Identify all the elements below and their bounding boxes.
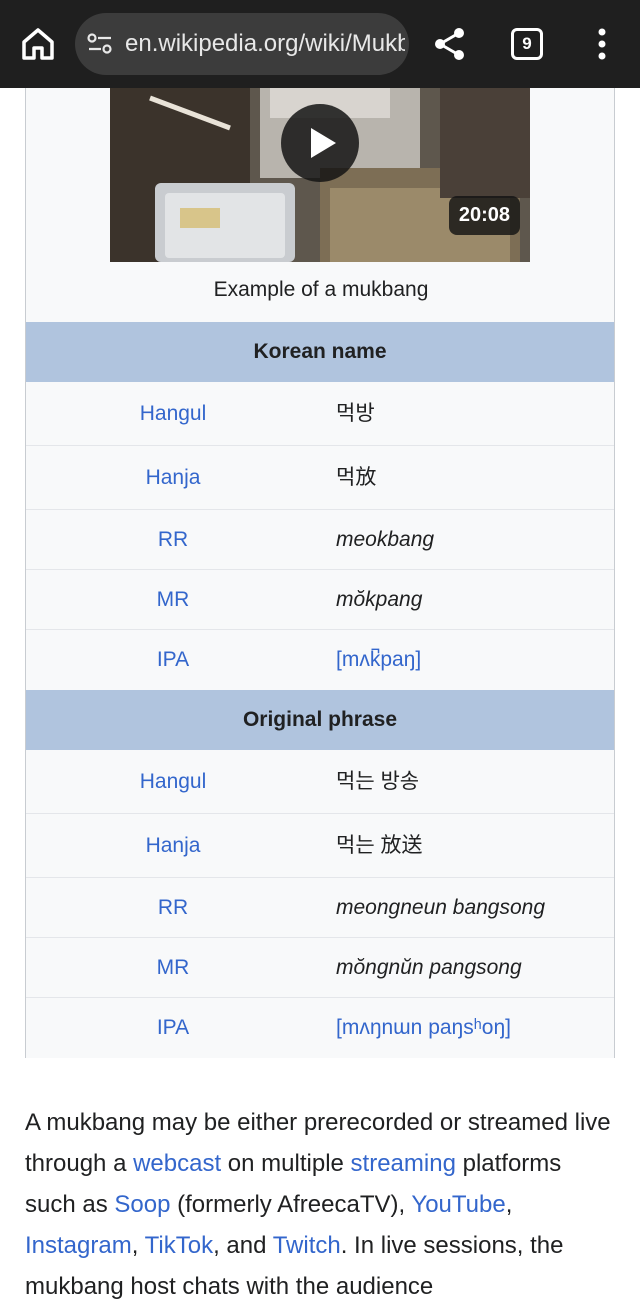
link-streaming[interactable]: streaming [351,1150,456,1177]
infobox-row: IPA [mʌk̚paŋ] [26,630,614,690]
link-instagram[interactable]: Instagram [25,1232,132,1259]
row-label-mr[interactable]: MR [26,570,320,630]
link-soop[interactable]: Soop [114,1191,170,1218]
link-tiktok[interactable]: TikTok [145,1232,213,1259]
row-value: 먹방 [336,402,375,425]
section-header-original-phrase: Original phrase [26,690,614,750]
paragraph-text: , [131,1232,145,1259]
infobox-row: RR meongneun bangsong [26,878,614,938]
row-value: mŏngnŭn pangsong [336,956,522,979]
play-button[interactable] [281,104,359,182]
row-label-ipa[interactable]: IPA [26,998,320,1058]
play-icon [311,128,336,158]
share-icon[interactable] [430,24,470,64]
row-value: meokbang [336,528,435,551]
infobox-row: MR mŏngnŭn pangsong [26,938,614,998]
row-label-hanja[interactable]: Hanja [26,814,320,878]
link-twitch[interactable]: Twitch [273,1232,341,1259]
ipa-link[interactable]: [mʌŋnɯn paŋsʰoŋ] [336,998,614,1058]
infobox: 20:08 Example of a mukbang Korean name H… [25,88,615,1058]
infobox-row: IPA [mʌŋnɯn paŋsʰoŋ] [26,998,614,1058]
section-header-korean-name: Korean name [26,322,614,382]
row-value: 먹放 [336,466,377,489]
paragraph-text: on multiple [221,1150,351,1177]
video-thumbnail[interactable]: 20:08 [110,88,530,262]
link-youtube[interactable]: YouTube [411,1191,505,1218]
paragraph-text: , [505,1191,513,1218]
row-value: 먹는 放送 [336,834,423,857]
infobox-row: RR meokbang [26,510,614,570]
infobox-row: Hanja 먹放 [26,446,614,510]
row-value: 먹는 방송 [336,770,420,793]
video-caption: Example of a mukbang [213,278,429,301]
row-label-rr[interactable]: RR [26,510,320,570]
infobox-row: MR mŏkpang [26,570,614,630]
article-paragraph: A mukbang may be either prerecorded or s… [25,1102,615,1303]
row-label-mr[interactable]: MR [26,938,320,998]
more-options-icon[interactable] [588,26,616,62]
home-icon[interactable] [18,24,58,64]
site-settings-icon[interactable] [87,32,113,56]
address-bar[interactable]: en.wikipedia.org/wiki/Mukb [75,13,409,75]
paragraph-text: (formerly AfreecaTV), [170,1191,412,1218]
row-label-rr[interactable]: RR [26,878,320,938]
video-duration: 20:08 [448,196,520,235]
browser-toolbar: en.wikipedia.org/wiki/Mukb 9 [0,0,640,88]
row-value: mŏkpang [336,588,423,611]
ipa-link[interactable]: [mʌk̚paŋ] [336,630,614,690]
link-webcast[interactable]: webcast [133,1150,221,1177]
infobox-row: Hanja 먹는 放送 [26,814,614,878]
url-text[interactable]: en.wikipedia.org/wiki/Mukb [125,30,405,58]
row-label-ipa[interactable]: IPA [26,630,320,690]
tab-switcher-button[interactable]: 9 [511,28,543,60]
row-label-hanja[interactable]: Hanja [26,446,320,510]
row-label-hangul[interactable]: Hangul [26,750,320,814]
paragraph-text: , and [213,1232,273,1259]
row-value: meongneun bangsong [336,896,546,919]
infobox-row: Hangul 먹는 방송 [26,750,614,814]
row-label-hangul[interactable]: Hangul [26,382,320,446]
infobox-row: Hangul 먹방 [26,382,614,446]
